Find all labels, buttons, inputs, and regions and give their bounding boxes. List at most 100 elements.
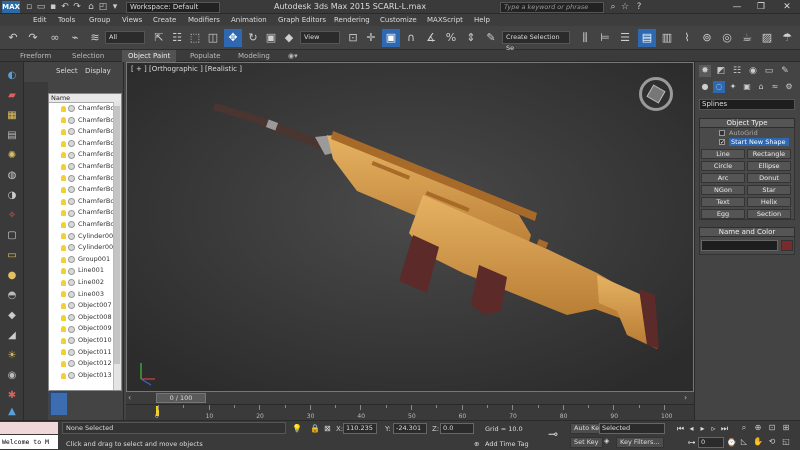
maximize-button[interactable]: ❐: [750, 1, 772, 13]
rendered-frame-window-icon[interactable]: ▨: [758, 29, 776, 47]
light-bulb-icon[interactable]: [61, 360, 66, 367]
light-bulb-icon[interactable]: [61, 198, 66, 205]
set-key-mode-icon[interactable]: ⊸: [548, 427, 558, 441]
key-mode-toggle-icon[interactable]: ⊶: [686, 437, 697, 448]
absolute-mode-icon[interactable]: ⊠: [324, 424, 331, 433]
select-and-rotate-icon[interactable]: ↻: [244, 29, 262, 47]
keyboard-shortcut-override-icon[interactable]: ▣: [382, 29, 400, 47]
light-bulb-icon[interactable]: [61, 314, 66, 321]
zoom-extents-icon[interactable]: ⊡: [766, 422, 778, 434]
selection-lock-icon[interactable]: 🔒: [310, 424, 320, 433]
text-button[interactable]: Text: [701, 197, 745, 207]
undo-icon[interactable]: ↶: [4, 29, 22, 47]
save-icon[interactable]: ▪: [48, 2, 58, 12]
communication-center-icon[interactable]: ☆: [620, 2, 630, 12]
menu-graph-editors[interactable]: Graph Editors: [276, 14, 328, 26]
time-slider-next-icon[interactable]: ›: [684, 394, 687, 402]
object-type-rollout-header[interactable]: Object Type: [699, 118, 795, 128]
next-frame-icon[interactable]: ▹: [708, 423, 719, 434]
time-slider[interactable]: ‹ 0 / 100 ›: [126, 392, 694, 404]
menu-maxscript[interactable]: MAXScript: [425, 14, 465, 26]
list-item[interactable]: Cylinder00: [49, 242, 113, 254]
motion-panel-tab-icon[interactable]: ◉: [747, 65, 759, 77]
freeze-tool-icon[interactable]: ✱: [3, 388, 21, 404]
curve-editor-icon[interactable]: ⌇: [678, 29, 696, 47]
list-item[interactable]: Object013: [49, 370, 113, 382]
display-panel-tab-icon[interactable]: ▭: [763, 65, 775, 77]
light-bulb-icon[interactable]: [61, 279, 66, 286]
new-file-icon[interactable]: ▫: [24, 2, 34, 12]
ngon-button[interactable]: NGon: [701, 185, 745, 195]
tab-populate[interactable]: Populate: [184, 50, 226, 62]
list-item[interactable]: ChamferBo: [49, 138, 113, 150]
geometry-tool-icon[interactable]: ▢: [3, 228, 21, 244]
tab-modeling[interactable]: Modeling: [232, 50, 276, 62]
toggle-layer-explorer-icon[interactable]: ▤: [638, 29, 656, 47]
light-tool-icon[interactable]: ✺: [3, 148, 21, 164]
angle-snap-icon[interactable]: ∡: [422, 29, 440, 47]
spacewarps-category-icon[interactable]: ≈: [769, 81, 781, 93]
time-slider-thumb[interactable]: 0 / 100: [156, 393, 206, 403]
light-bulb-icon[interactable]: [61, 221, 66, 228]
time-slider-prev-icon[interactable]: ‹: [128, 394, 131, 402]
material-editor-icon[interactable]: ◎: [718, 29, 736, 47]
sun-tool-icon[interactable]: ☀: [3, 348, 21, 364]
search-icon[interactable]: ⌕: [608, 2, 618, 12]
scene-explorer-select-menu[interactable]: Select: [56, 67, 78, 75]
section-button[interactable]: Section: [747, 209, 791, 219]
selection-filter-dropdown[interactable]: All: [105, 31, 145, 44]
align-icon[interactable]: ⊨: [596, 29, 614, 47]
light-bulb-icon[interactable]: [61, 210, 66, 217]
schematic-view-icon[interactable]: ⊚: [698, 29, 716, 47]
menu-help[interactable]: Help: [472, 14, 492, 26]
z-coordinate-input[interactable]: 0.0: [440, 423, 474, 434]
menu-tools[interactable]: Tools: [56, 14, 77, 26]
list-item[interactable]: Object008: [49, 312, 113, 324]
menu-edit[interactable]: Edit: [31, 14, 49, 26]
undo-icon[interactable]: ↶: [60, 2, 70, 12]
play-icon[interactable]: ▸: [697, 423, 708, 434]
unlink-icon[interactable]: ⌁: [66, 29, 84, 47]
geometry-category-icon[interactable]: ●: [699, 81, 711, 93]
cameras-category-icon[interactable]: ▣: [741, 81, 753, 93]
light-bulb-icon[interactable]: [61, 349, 66, 356]
pivot-center-icon[interactable]: ⊡: [344, 29, 362, 47]
ellipse-button[interactable]: Ellipse: [747, 161, 791, 171]
utilities-panel-tab-icon[interactable]: ✎: [779, 65, 791, 77]
light-bulb-icon[interactable]: [61, 233, 66, 240]
perspective-viewport[interactable]: [ + ] [Orthographic ] [Realistic ]: [126, 62, 694, 392]
x-coordinate-input[interactable]: 110.235: [343, 423, 377, 434]
light-bulb-icon[interactable]: [61, 337, 66, 344]
list-item[interactable]: ChamferBo: [49, 161, 113, 173]
minimize-button[interactable]: —: [726, 1, 748, 13]
list-item[interactable]: ChamferBo: [49, 219, 113, 231]
helix-button[interactable]: Helix: [747, 197, 791, 207]
bone-tool-icon[interactable]: ◓: [3, 288, 21, 304]
list-item[interactable]: Object009: [49, 323, 113, 335]
rectangle-button[interactable]: Rectangle: [747, 149, 791, 159]
modify-panel-tab-icon[interactable]: ◩: [715, 65, 727, 77]
key-filters-button[interactable]: Key Filters...: [616, 437, 664, 448]
spinner-snap-icon[interactable]: ⇕: [462, 29, 480, 47]
line-button[interactable]: Line: [701, 149, 745, 159]
object-name-input[interactable]: [701, 240, 778, 251]
orbit-icon[interactable]: ⟲: [766, 436, 778, 448]
previous-frame-icon[interactable]: ◂: [686, 423, 697, 434]
sphere-tool-icon[interactable]: ●: [3, 268, 21, 284]
time-configuration-icon[interactable]: ⌚: [726, 437, 737, 448]
scene-explorer-toggle-icon[interactable]: [50, 392, 68, 416]
light-bulb-icon[interactable]: [61, 268, 66, 275]
list-item[interactable]: Object011: [49, 347, 113, 359]
window-crossing-icon[interactable]: ◫: [204, 29, 222, 47]
select-tool-icon[interactable]: ▰: [3, 88, 21, 104]
list-item[interactable]: Object007: [49, 300, 113, 312]
maximize-viewport-icon[interactable]: ◱: [780, 436, 792, 448]
menu-group[interactable]: Group: [87, 14, 112, 26]
help-icon[interactable]: ?: [634, 2, 644, 12]
search-input[interactable]: Type a keyword or phrase: [500, 2, 604, 13]
go-to-start-icon[interactable]: ⏮: [675, 423, 686, 434]
tab-selection[interactable]: Selection: [66, 50, 110, 62]
start-new-shape-checkbox[interactable]: ✓: [719, 139, 725, 146]
start-new-shape-button[interactable]: Start New Shape: [729, 138, 789, 146]
hide-tool-icon[interactable]: ◉: [3, 368, 21, 384]
